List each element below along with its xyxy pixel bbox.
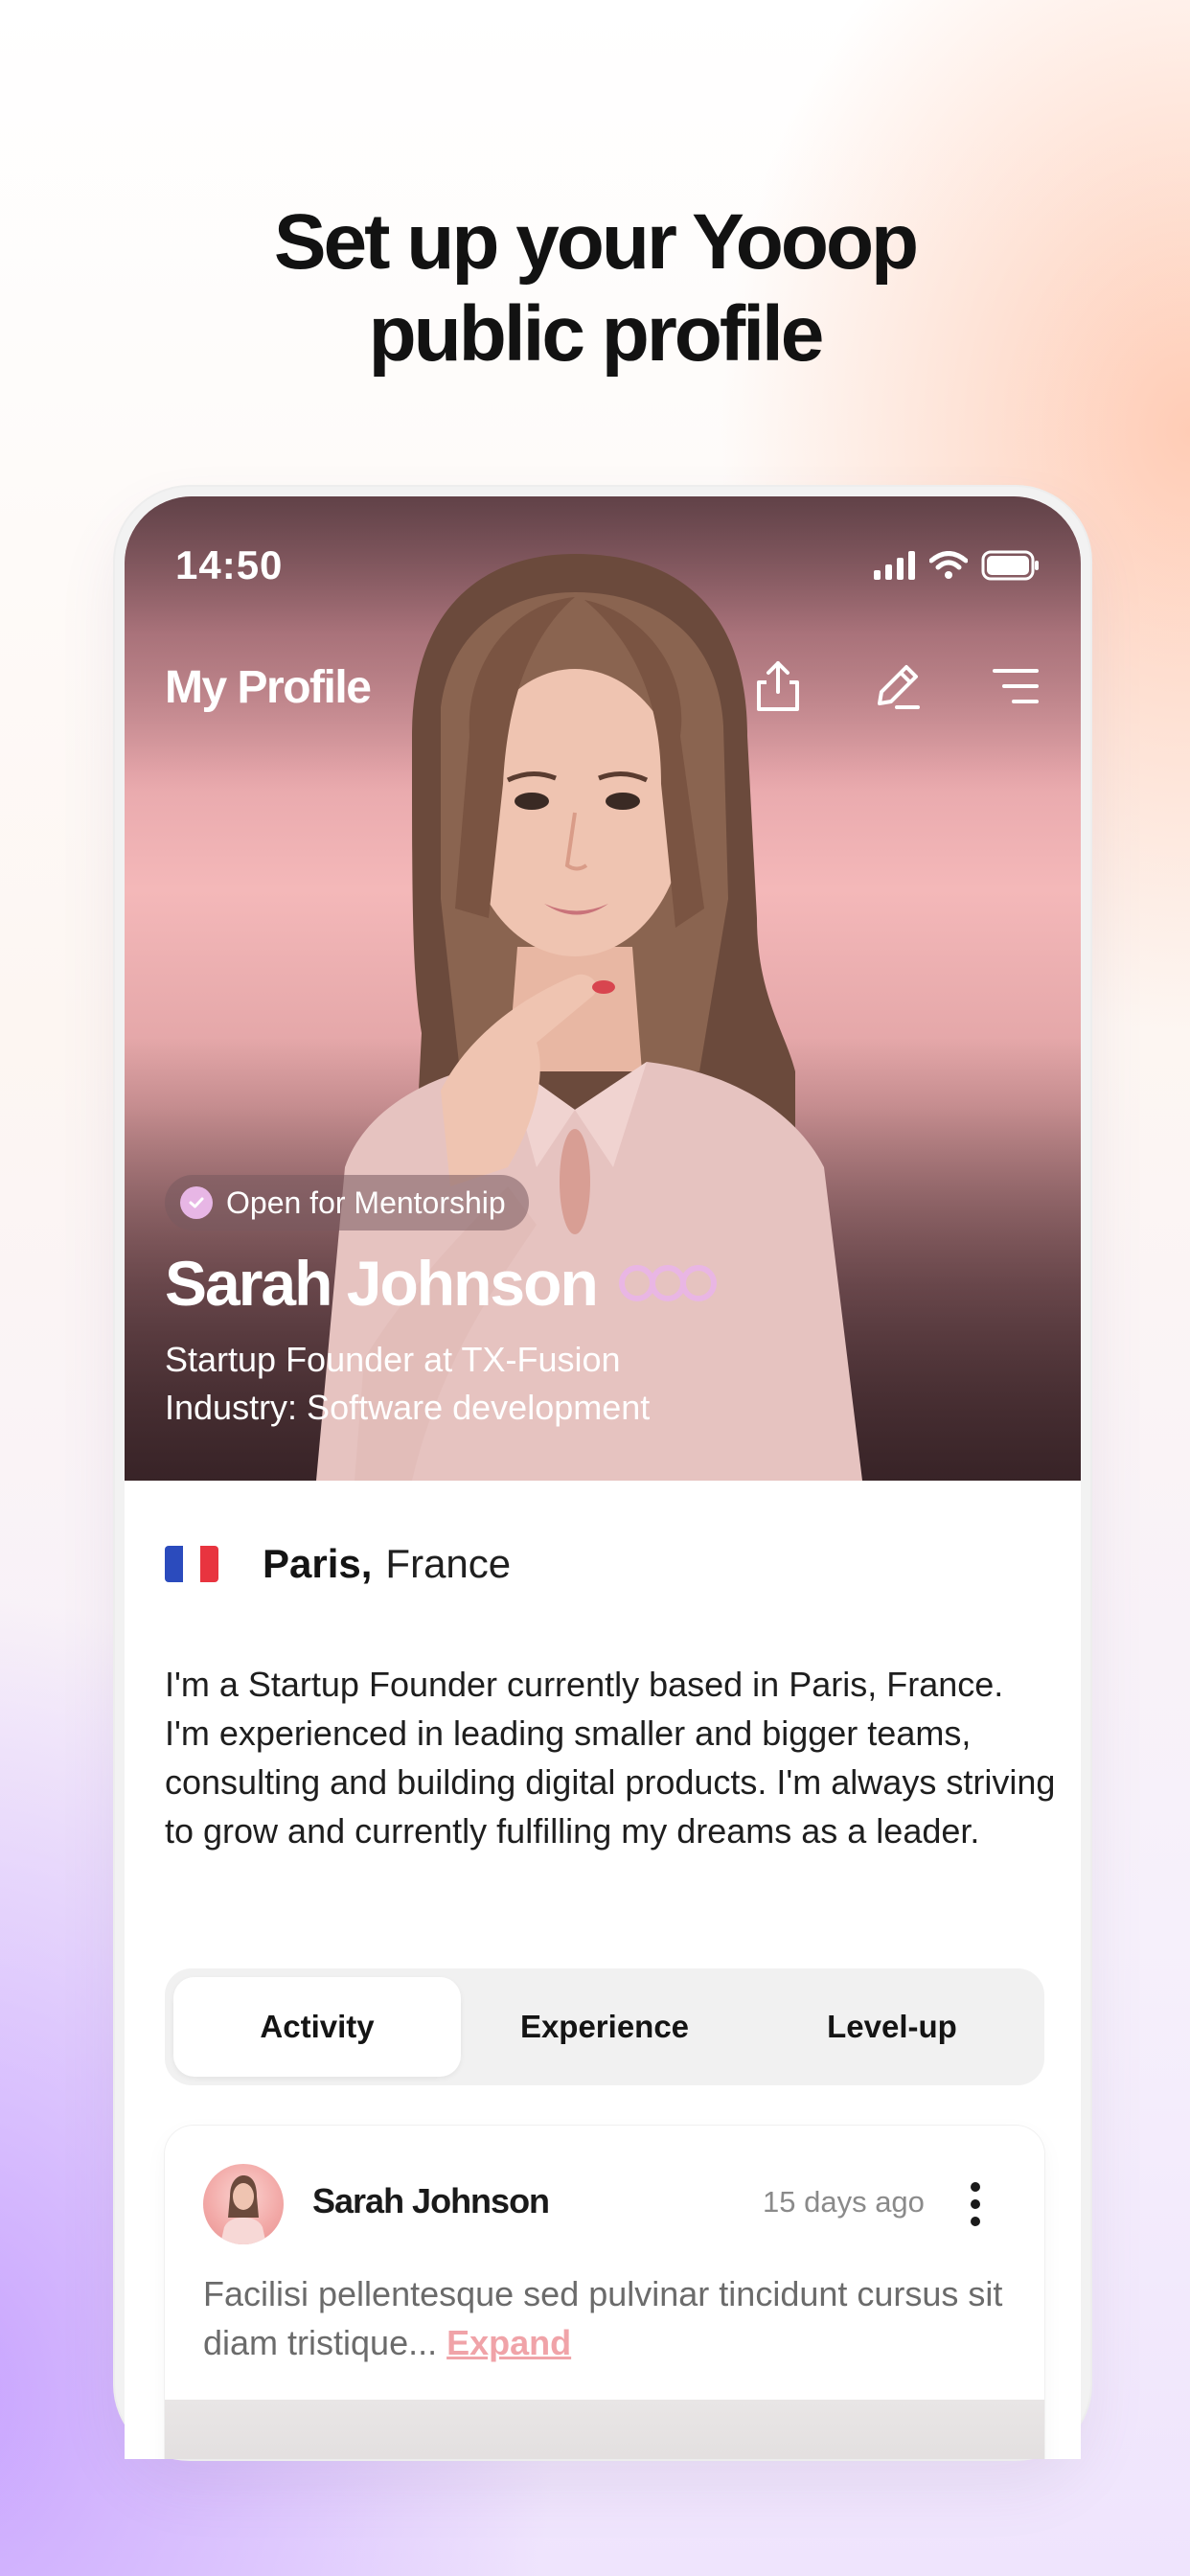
location-country: France bbox=[385, 1541, 512, 1586]
wifi-icon bbox=[929, 551, 968, 579]
phone-frame: 14:50 My Profile Open for Mentorship Sar… bbox=[115, 487, 1090, 2459]
tab-activity[interactable]: Activity bbox=[173, 1977, 461, 2077]
location-row: Paris , France bbox=[165, 1541, 511, 1587]
phone-screen: 14:50 My Profile Open for Mentorship Sar… bbox=[125, 496, 1081, 2459]
profile-job-title: Startup Founder at TX-Fusion bbox=[165, 1340, 621, 1379]
post-timestamp: 15 days ago bbox=[763, 2185, 925, 2219]
expand-link[interactable]: Expand bbox=[446, 2323, 571, 2362]
post-text: Facilisi pellentesque sed pulvinar tinci… bbox=[203, 2269, 1018, 2367]
post-body: Facilisi pellentesque sed pulvinar tinci… bbox=[203, 2274, 1003, 2362]
menu-icon[interactable] bbox=[987, 657, 1044, 715]
profile-name: Sarah Johnson bbox=[165, 1248, 599, 1319]
signal-icon bbox=[874, 551, 915, 580]
mentorship-badge-label: Open for Mentorship bbox=[226, 1184, 506, 1220]
france-flag-icon bbox=[165, 1546, 218, 1582]
profile-name-row: Sarah Johnson bbox=[165, 1247, 718, 1320]
header-title: My Profile bbox=[165, 662, 372, 713]
profile-tabs: Activity Experience Level-up bbox=[165, 1968, 1044, 2085]
profile-bio: I'm a Startup Founder currently based in… bbox=[165, 1665, 1056, 1851]
tab-experience[interactable]: Experience bbox=[461, 1977, 748, 2077]
yooop-infinity-icon bbox=[618, 1265, 717, 1301]
activity-post-card: Sarah Johnson 15 days ago Facilisi pelle… bbox=[165, 2126, 1044, 2459]
post-author[interactable]: Sarah Johnson bbox=[312, 2181, 550, 2221]
mentorship-badge: Open for Mentorship bbox=[165, 1175, 529, 1230]
headline-line-2: public profile bbox=[368, 290, 825, 378]
profile-industry: Industry: Software development bbox=[165, 1388, 651, 1427]
location-separator: , bbox=[360, 1541, 373, 1586]
share-icon[interactable] bbox=[749, 657, 807, 715]
more-options-icon[interactable] bbox=[966, 2175, 985, 2233]
post-media[interactable] bbox=[165, 2400, 1044, 2459]
status-time: 14:50 bbox=[175, 542, 284, 587]
avatar[interactable] bbox=[203, 2164, 284, 2244]
check-icon bbox=[180, 1186, 213, 1219]
profile-hero: 14:50 My Profile Open for Mentorship Sar… bbox=[125, 496, 1081, 1481]
status-icons bbox=[874, 550, 1041, 581]
headline-line-1: Set up your Yooop bbox=[273, 198, 919, 286]
page-headline: Set up your Yooop public profile bbox=[0, 196, 1190, 380]
avatar-portrait bbox=[220, 2175, 266, 2244]
tab-level-up[interactable]: Level-up bbox=[748, 1977, 1036, 2077]
battery-icon bbox=[981, 550, 1039, 581]
edit-icon[interactable] bbox=[868, 657, 926, 715]
profile-photo bbox=[316, 554, 862, 1481]
location-city: Paris bbox=[263, 1541, 361, 1586]
